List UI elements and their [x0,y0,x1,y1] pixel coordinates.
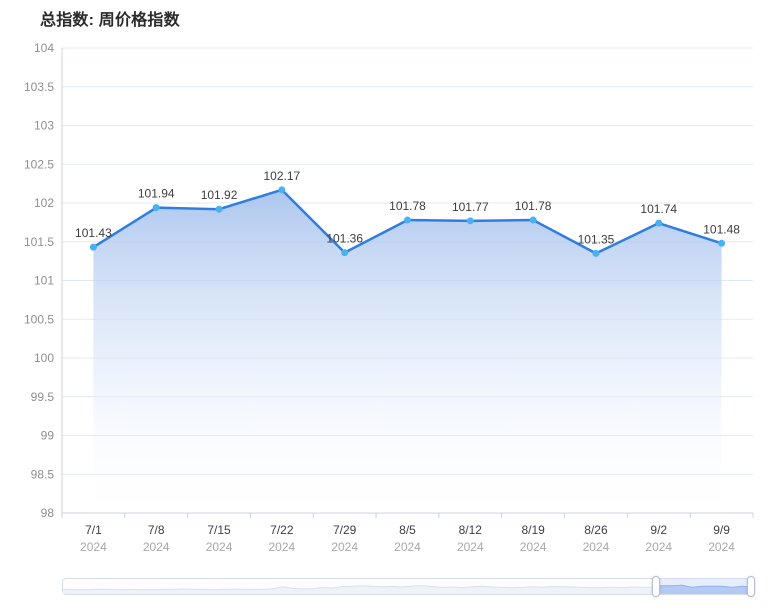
y-axis-tick-label: 99 [41,429,55,443]
data-point-marker[interactable] [718,239,726,247]
x-axis-year-label: 2024 [269,540,296,554]
data-point-marker[interactable] [466,217,474,225]
x-axis-date-label: 7/29 [333,523,357,537]
x-axis-year-label: 2024 [708,540,735,554]
x-axis-year-label: 2024 [206,540,233,554]
y-axis-tick-label: 104 [34,41,54,55]
data-point-value-label: 101.74 [640,202,677,216]
x-axis-year-label: 2024 [645,540,672,554]
x-axis-year-label: 2024 [80,540,107,554]
x-axis-date-label: 8/12 [459,523,483,537]
datazoom-handle-left-icon[interactable] [651,576,660,597]
x-axis-year-label: 2024 [583,540,610,554]
x-axis-date-label: 8/5 [399,523,416,537]
data-point-marker[interactable] [278,186,286,194]
data-point-value-label: 102.17 [264,169,301,183]
y-axis-tick-label: 100.5 [24,312,54,326]
x-axis-year-label: 2024 [394,540,421,554]
y-axis-tick-label: 102.5 [24,157,54,171]
y-axis-tick-label: 101.5 [24,235,54,249]
data-point-marker[interactable] [215,205,223,213]
x-axis-year-label: 2024 [457,540,484,554]
x-axis-date-label: 7/1 [85,523,102,537]
datazoom-preview-sparkline [63,584,752,594]
x-axis-date-label: 9/9 [713,523,730,537]
data-point-value-label: 101.36 [326,232,363,246]
data-point-value-label: 101.43 [75,226,112,240]
y-axis-tick-label: 101 [34,274,54,288]
data-point-marker[interactable] [152,204,160,212]
data-point-marker[interactable] [404,216,411,224]
x-axis-year-label: 2024 [143,540,170,554]
x-axis-year-label: 2024 [331,540,358,554]
x-axis-date-label: 7/22 [270,523,294,537]
data-point-marker[interactable] [592,249,600,257]
data-point-value-label: 101.92 [201,188,238,202]
data-point-marker[interactable] [341,249,349,257]
y-axis-tick-label: 103 [34,119,54,133]
data-point-value-label: 101.78 [515,199,552,213]
data-point-marker[interactable] [89,243,97,251]
data-point-value-label: 101.35 [578,232,615,246]
data-point-value-label: 101.94 [138,187,175,201]
price-index-area-chart[interactable]: 98 98.5 99 99.5 100 100.5 101 101.5 102 102.5 103 1… [0,0,776,570]
x-axis-date-label: 9/2 [650,523,667,537]
x-axis-date-label: 8/26 [584,523,608,537]
datazoom-window[interactable] [655,579,752,594]
y-axis-tick-label: 98.5 [31,467,55,481]
datazoom-handle-right-icon[interactable] [747,576,755,597]
data-point-value-label: 101.48 [703,222,740,236]
x-axis-date-label: 8/19 [521,523,545,537]
data-point-marker[interactable] [655,219,663,227]
data-point-value-label: 101.77 [452,200,489,214]
y-axis-tick-label: 99.5 [31,390,55,404]
data-point-value-label: 101.78 [389,199,426,213]
x-axis-date-label: 7/8 [148,523,165,537]
x-axis-date-label: 7/15 [207,523,231,537]
datazoom-slider[interactable] [62,576,755,597]
y-axis-tick-label: 100 [34,351,54,365]
y-axis-tick-label: 103.5 [24,80,54,94]
y-axis-tick-label: 98 [41,506,55,520]
x-axis-year-label: 2024 [520,540,547,554]
y-axis-tick-label: 102 [34,196,54,210]
data-point-marker[interactable] [529,216,537,224]
